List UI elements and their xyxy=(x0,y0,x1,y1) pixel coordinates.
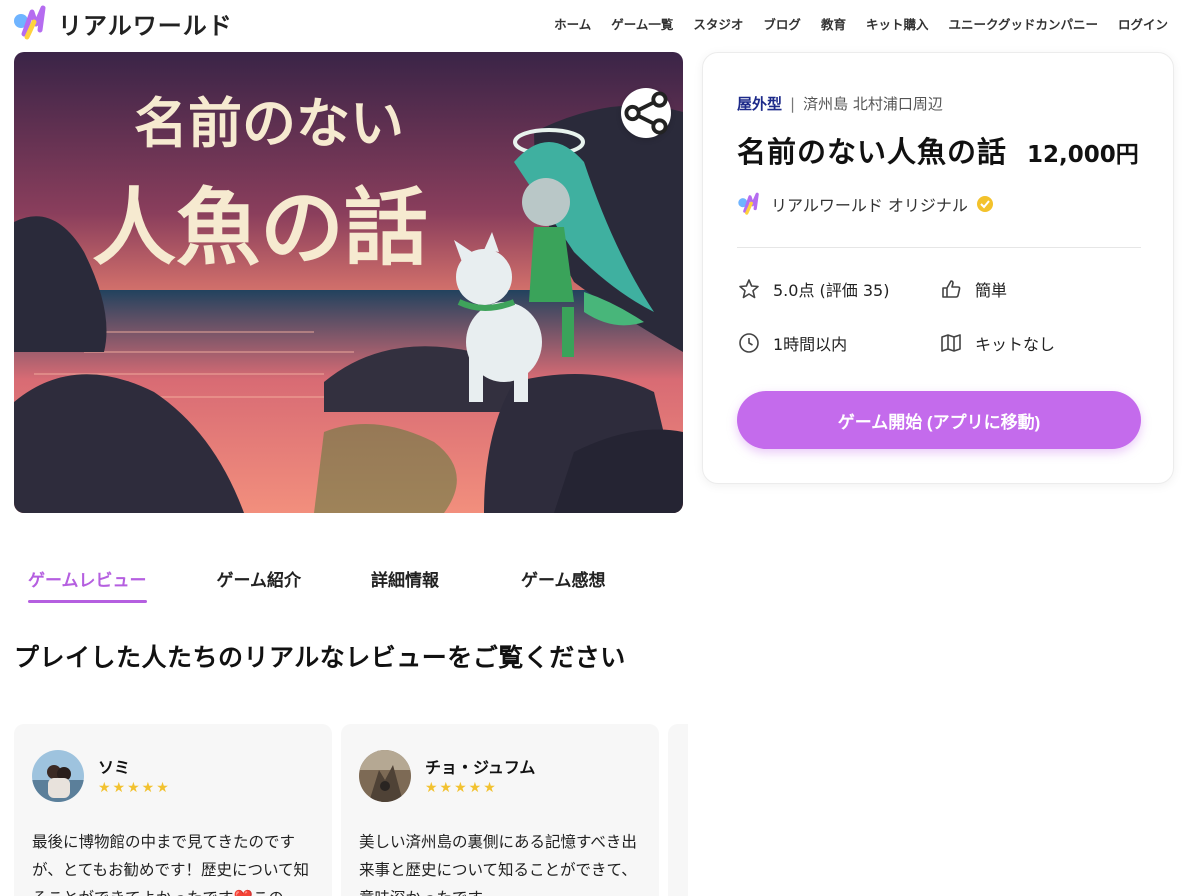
start-game-button[interactable]: ゲーム開始 (アプリに移動) xyxy=(737,391,1141,449)
game-info-card: 屋外型 | 済州島 北村浦口周辺 名前のない人魚の話 12,000円 リアルワー… xyxy=(702,52,1174,484)
kit-text: キットなし xyxy=(975,335,1056,354)
creator-name: リアルワールド オリジナル xyxy=(771,196,968,215)
verified-badge-icon xyxy=(976,196,993,212)
hero-title-line2: 人魚の話 xyxy=(92,178,428,277)
difficulty-text: 簡単 xyxy=(975,281,1008,300)
location-separator: | xyxy=(790,94,796,113)
creator-logo-icon xyxy=(738,192,759,215)
game-hero-image: 名前のない 人魚の話 xyxy=(14,52,683,513)
tab-game-review[interactable]: ゲームレビュー xyxy=(28,566,147,603)
reviewer-name: チョ・ジュフム xyxy=(425,758,536,777)
map-icon xyxy=(941,334,961,352)
share-button[interactable] xyxy=(621,88,671,138)
nav-blog[interactable]: ブログ xyxy=(763,14,801,33)
game-type-label: 屋外型 xyxy=(737,95,783,113)
game-price: 12,000円 xyxy=(1027,142,1139,168)
review-stars: ★★★★★ xyxy=(425,780,498,796)
section-title: プレイした人たちのリアルなレビューをご覧ください xyxy=(14,643,626,672)
content-tabs: ゲームレビュー ゲーム紹介 詳細情報 ゲーム感想 xyxy=(14,566,606,603)
difficulty-meta: 簡単 xyxy=(939,277,1007,301)
tab-game-intro[interactable]: ゲーム紹介 xyxy=(217,566,302,591)
duration-meta: 1時間以内 xyxy=(737,331,847,355)
thumbs-up-icon xyxy=(942,280,961,298)
divider xyxy=(737,247,1141,248)
reviewer-avatar xyxy=(32,750,84,802)
creator-row[interactable]: リアルワールド オリジナル xyxy=(737,191,994,217)
logo-icon xyxy=(14,5,46,40)
nav-studio[interactable]: スタジオ xyxy=(693,14,743,33)
nav-home[interactable]: ホーム xyxy=(554,14,591,33)
share-icon xyxy=(624,91,668,135)
logo[interactable]: リアルワールド xyxy=(12,4,233,42)
rating-text: 5.0点 (評価 35) xyxy=(773,281,890,300)
title-row: 名前のない人魚の話 12,000円 xyxy=(737,129,1139,171)
hero-illustration: 名前のない 人魚の話 xyxy=(14,52,683,513)
location-label: 済州島 北村浦口周辺 xyxy=(803,95,943,113)
review-text: 最後に博物館の中まで見てきたのですが、とてもお勧めです！歴史について知ることがで… xyxy=(32,833,309,896)
kit-meta: キットなし xyxy=(939,331,1055,355)
nav-game-list[interactable]: ゲーム一覧 xyxy=(611,14,673,33)
game-title: 名前のない人魚の話 xyxy=(737,135,1008,169)
clock-icon xyxy=(739,333,759,353)
star-outline-icon xyxy=(739,279,759,299)
duration-text: 1時間以内 xyxy=(773,335,848,354)
rating-meta: 5.0点 (評価 35) xyxy=(737,277,889,301)
review-card-partial[interactable] xyxy=(668,724,688,896)
tab-game-impressions[interactable]: ゲーム感想 xyxy=(521,566,606,591)
main-nav: ホーム ゲーム一覧 スタジオ ブログ 教育 キット購入 ユニークグッドカンパニー… xyxy=(554,14,1168,33)
review-text: 美しい済州島の裏側にある記憶すべき出来事と歴史について知ることができて、意味深か… xyxy=(359,833,637,896)
reviewer-avatar xyxy=(359,750,411,802)
review-card[interactable]: チョ・ジュフム ★★★★★ 美しい済州島の裏側にある記憶すべき出来事と歴史につい… xyxy=(341,724,659,896)
nav-company[interactable]: ユニークグッドカンパニー xyxy=(948,14,1098,33)
nav-education[interactable]: 教育 xyxy=(821,14,846,33)
review-stars: ★★★★★ xyxy=(98,780,171,796)
review-card[interactable]: ソミ ★★★★★ 最後に博物館の中まで見てきたのですが、とてもお勧めです！歴史に… xyxy=(14,724,332,896)
reviewer-name: ソミ xyxy=(98,758,131,777)
nav-login[interactable]: ログイン xyxy=(1118,14,1168,33)
hero-title-line1: 名前のない xyxy=(134,91,404,155)
logo-text: リアルワールド xyxy=(58,11,233,40)
game-location: 屋外型 | 済州島 北村浦口周辺 xyxy=(737,93,943,114)
header: リアルワールド ホーム ゲーム一覧 スタジオ ブログ 教育 キット購入 ユニーク… xyxy=(0,0,1198,46)
nav-kit-purchase[interactable]: キット購入 xyxy=(866,14,929,33)
tab-details[interactable]: 詳細情報 xyxy=(371,566,439,591)
